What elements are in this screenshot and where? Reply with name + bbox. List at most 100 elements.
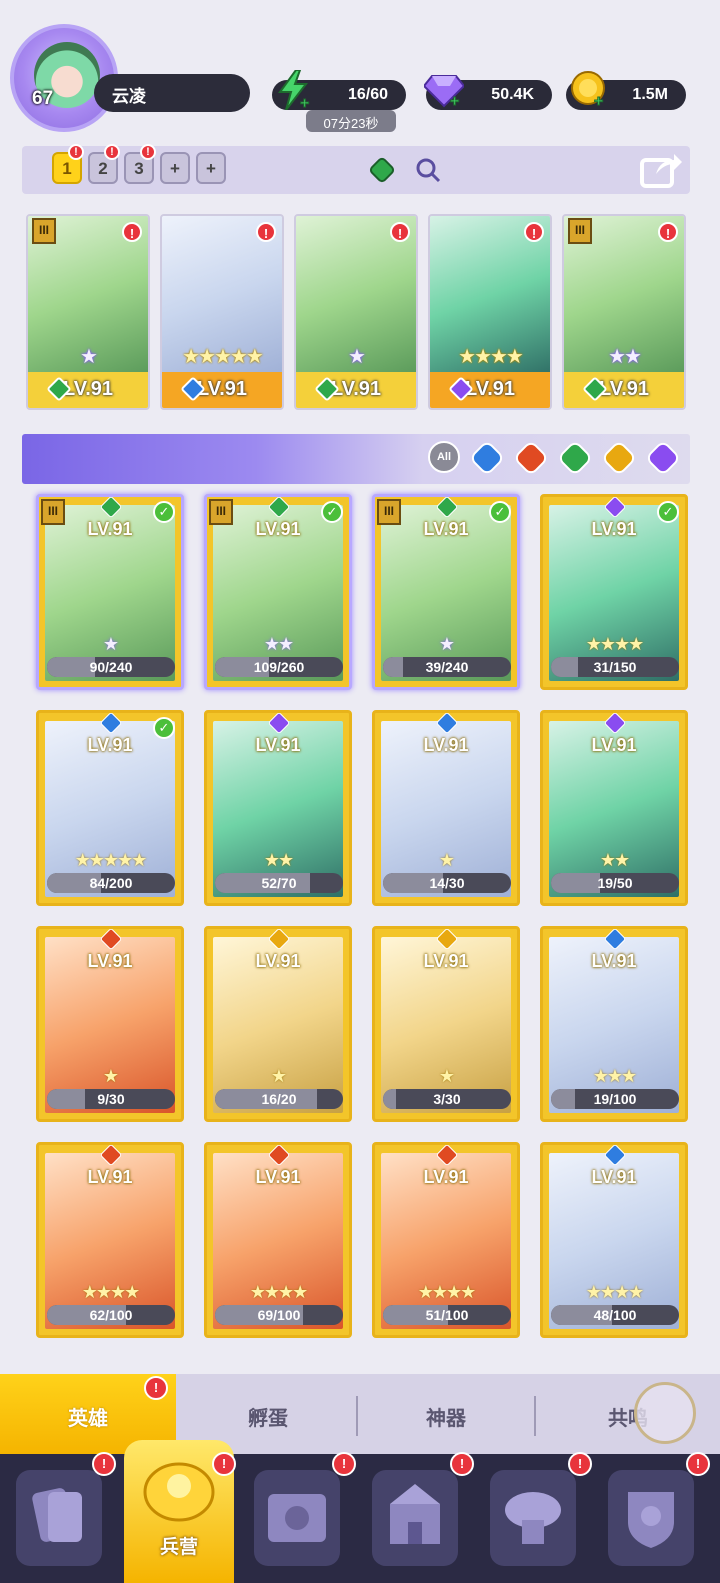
hero-stars: ★★ xyxy=(263,850,294,870)
hero-stars: ★ xyxy=(438,1066,455,1086)
nav-map-icon[interactable] xyxy=(254,1470,340,1566)
hero-level: LV.91 xyxy=(591,735,637,755)
rank-badge-icon: III xyxy=(568,218,592,244)
nav-castle-icon[interactable] xyxy=(372,1470,458,1566)
shard-progress: 62/100 xyxy=(47,1305,175,1325)
hero-stars: ★★ xyxy=(263,634,294,654)
hero-level: LV.91 xyxy=(591,1167,637,1187)
rank-badge-icon: III xyxy=(377,499,401,525)
hero-alert: ! xyxy=(122,222,142,242)
hero-card[interactable]: LV.91 ★★★★ 51/100 xyxy=(372,1142,520,1338)
nav-shield-icon[interactable] xyxy=(608,1470,694,1566)
hero-level-band: LV.91 xyxy=(162,372,282,408)
hero-level: LV.91 xyxy=(423,951,469,971)
shard-progress-text: 14/30 xyxy=(429,875,465,891)
hero-stars: ★ xyxy=(438,634,455,654)
hero-card[interactable]: LV.91 III ✓ ★ 39/240 xyxy=(372,494,520,690)
hero-card[interactable]: LV.91 ★★★★ 62/100 xyxy=(36,1142,184,1338)
nav-tower-icon[interactable] xyxy=(490,1470,576,1566)
shard-progress: 9/30 xyxy=(47,1089,175,1109)
team-1-alert: ! xyxy=(68,144,84,160)
hero-card[interactable]: LV.91 ★ 3/30 xyxy=(372,926,520,1122)
nav-barracks-alert: ! xyxy=(212,1452,236,1476)
hero-card[interactable]: LV.91 ★ 14/30 xyxy=(372,710,520,906)
team-3-alert: ! xyxy=(140,144,156,160)
team-hero-card[interactable]: ★ LV.91 III! xyxy=(26,214,150,410)
hero-card[interactable]: LV.91 ★ 9/30 xyxy=(36,926,184,1122)
hero-card[interactable]: LV.91 ✓ ★★★★★ 84/200 xyxy=(36,710,184,906)
svg-text:+: + xyxy=(300,95,309,110)
team-hero-card[interactable]: ★ LV.91! xyxy=(294,214,418,410)
hero-card[interactable]: LV.91 ★★ 19/50 xyxy=(540,710,688,906)
shard-progress-text: 62/100 xyxy=(89,1307,133,1323)
formation-icon[interactable] xyxy=(368,156,396,184)
team-tab-add[interactable]: + xyxy=(196,152,226,184)
nav-shield-alert: ! xyxy=(686,1452,710,1476)
hero-card[interactable]: LV.91 ★ 16/20 xyxy=(204,926,352,1122)
shard-progress: 19/100 xyxy=(551,1089,679,1109)
shard-progress: 84/200 xyxy=(47,873,175,893)
shard-progress-text: 19/100 xyxy=(593,1091,637,1107)
shard-progress: 14/30 xyxy=(383,873,511,893)
shard-progress-fill xyxy=(383,657,404,677)
hero-stars: ★★★★ xyxy=(585,1282,645,1302)
hero-level: LV.91 xyxy=(87,1167,133,1187)
hero-level-band: LV.91 xyxy=(28,372,148,408)
shard-progress: 90/240 xyxy=(47,657,175,677)
team-hero-card[interactable]: ★★★★★ LV.91! xyxy=(160,214,284,410)
gold-value: 1.5M xyxy=(632,86,668,103)
hero-stars: ★★★ xyxy=(592,1066,637,1086)
shard-progress-text: 9/30 xyxy=(97,1091,125,1107)
shard-progress-text: 69/100 xyxy=(257,1307,301,1323)
hero-level-band: LV.91 xyxy=(430,372,550,408)
energy-value: 16/60 xyxy=(347,86,388,103)
team-hero-card[interactable]: ★★★★ LV.91! xyxy=(428,214,552,410)
hero-card[interactable]: LV.91 ★★★ 19/100 xyxy=(540,926,688,1122)
shard-progress: 109/260 xyxy=(215,657,343,677)
svg-text:+: + xyxy=(594,93,603,108)
in-team-check-icon: ✓ xyxy=(153,501,175,523)
share-icon[interactable] xyxy=(640,150,684,190)
shard-progress-text: 109/260 xyxy=(253,659,305,675)
shard-progress-text: 51/100 xyxy=(425,1307,469,1323)
nav-cards-icon[interactable] xyxy=(16,1470,102,1566)
hero-card[interactable]: LV.91 ★★★★ 48/100 xyxy=(540,1142,688,1338)
shard-progress-text: 84/200 xyxy=(89,875,133,891)
shard-progress-fill xyxy=(551,657,578,677)
hero-stars: ★★★★ xyxy=(81,1282,141,1302)
floating-assist-button[interactable] xyxy=(634,1382,696,1444)
hero-stars: ★★★★ xyxy=(249,1282,309,1302)
hero-card[interactable]: LV.91 ✓ ★★★★ 31/150 xyxy=(540,494,688,690)
in-team-check-icon: ✓ xyxy=(153,717,175,739)
player-name[interactable]: 云凌 xyxy=(94,74,250,112)
search-icon[interactable] xyxy=(414,156,442,184)
hero-level: LV.91 xyxy=(423,735,469,755)
hero-stars: ★★★★ xyxy=(458,346,524,368)
nav-cards-alert: ! xyxy=(92,1452,116,1476)
hero-stars: ★ xyxy=(102,1066,119,1086)
hero-level: LV.91 xyxy=(87,951,133,971)
energy-timer: 07分23秒 xyxy=(306,110,396,132)
hero-card[interactable]: LV.91 ★★★★ 69/100 xyxy=(204,1142,352,1338)
shard-progress: 16/20 xyxy=(215,1089,343,1109)
tab-artifacts[interactable]: 神器 xyxy=(358,1374,534,1454)
hero-card[interactable]: LV.91 III ✓ ★ 90/240 xyxy=(36,494,184,690)
team-tab-add[interactable]: + xyxy=(160,152,190,184)
shard-progress-text: 31/150 xyxy=(593,659,637,675)
hero-card[interactable]: LV.91 III ✓ ★★ 109/260 xyxy=(204,494,352,690)
in-team-check-icon: ✓ xyxy=(657,501,679,523)
hero-alert: ! xyxy=(256,222,276,242)
hero-card[interactable]: LV.91 ★★ 52/70 xyxy=(204,710,352,906)
team-hero-card[interactable]: ★★ LV.91 III! xyxy=(562,214,686,410)
hero-level-band: LV.91 xyxy=(296,372,416,408)
hero-stars: ★★★★ xyxy=(417,1282,477,1302)
hero-stars: ★★ xyxy=(608,346,642,368)
hero-stars: ★ xyxy=(102,634,119,654)
in-team-check-icon: ✓ xyxy=(321,501,343,523)
filter-all-button[interactable]: All xyxy=(428,441,460,473)
rank-badge-icon: III xyxy=(32,218,56,244)
hero-level-band: LV.91 xyxy=(564,372,684,408)
rank-badge-icon: III xyxy=(41,499,65,525)
hero-alert: ! xyxy=(524,222,544,242)
nav-map-alert: ! xyxy=(332,1452,356,1476)
